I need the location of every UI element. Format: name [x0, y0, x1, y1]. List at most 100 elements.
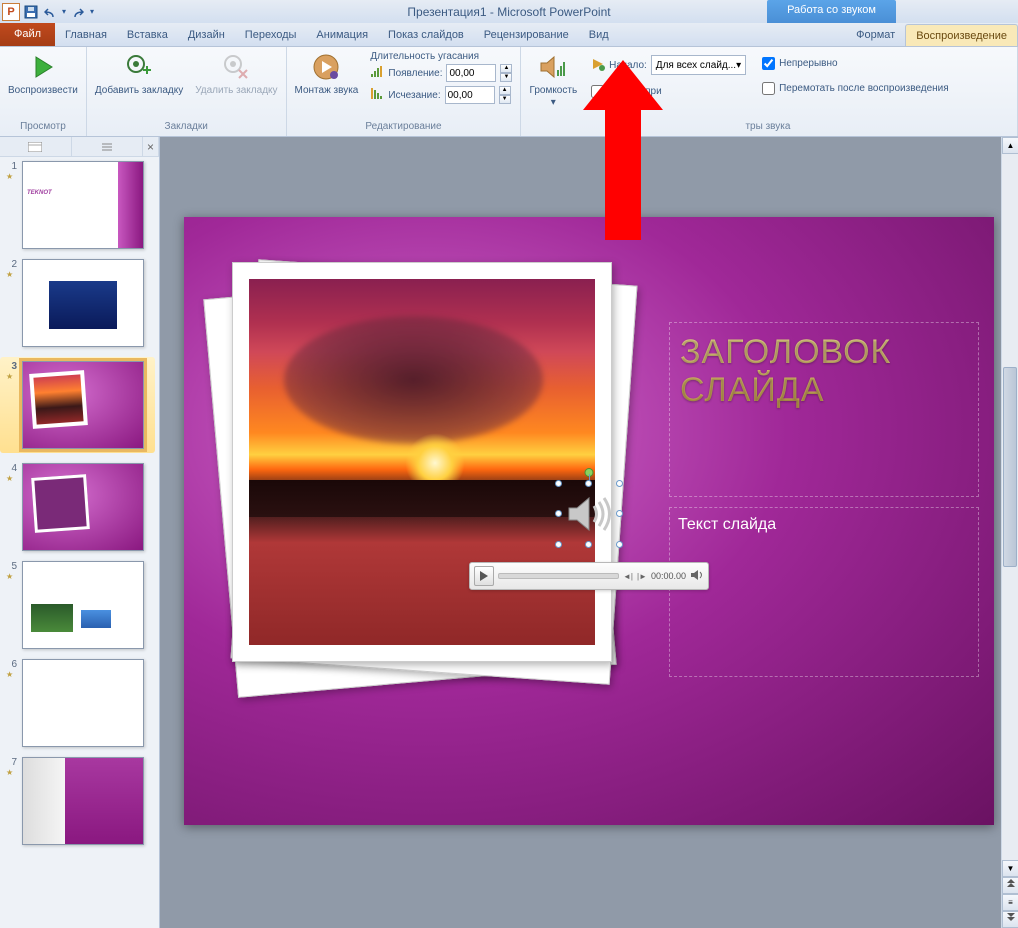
tab-home[interactable]: Главная — [55, 24, 117, 46]
resize-handle[interactable] — [585, 541, 592, 548]
thumbnail-panel: × 1★ TEKNOT 2★ 3★ 4★ — [0, 137, 160, 928]
thumbnail-item[interactable]: 6★ — [4, 659, 155, 747]
slide-canvas[interactable]: ЗАГОЛОВОК СЛАЙДА Текст слайда — [184, 217, 994, 825]
resize-handle[interactable] — [616, 480, 623, 487]
thumb-tab-slides[interactable] — [0, 137, 72, 156]
tab-animations[interactable]: Анимация — [306, 24, 378, 46]
ribbon-tabs: Файл Главная Вставка Дизайн Переходы Ани… — [0, 23, 1018, 47]
loop-checkbox[interactable] — [762, 57, 775, 70]
play-icon — [27, 51, 59, 83]
player-volume-icon[interactable] — [690, 568, 704, 585]
tab-slideshow[interactable]: Показ слайдов — [378, 24, 474, 46]
add-bookmark-icon — [123, 51, 155, 83]
resize-handle[interactable] — [555, 541, 562, 548]
remove-bookmark-button: Удалить закладку — [191, 49, 281, 99]
player-skip-back-icon[interactable]: ◄| — [623, 572, 633, 581]
thumbnail-list[interactable]: 1★ TEKNOT 2★ 3★ 4★ 5★ — [0, 157, 159, 928]
tab-insert[interactable]: Вставка — [117, 24, 178, 46]
player-play-button[interactable] — [474, 566, 494, 586]
scroll-down-button[interactable]: ▼ — [1002, 860, 1018, 877]
fade-in-input[interactable] — [446, 64, 496, 82]
animation-star-icon: ★ — [6, 768, 16, 777]
thumbnail-item[interactable]: 2★ — [4, 259, 155, 347]
play-button[interactable]: Воспроизвести — [4, 49, 82, 99]
tab-view[interactable]: Вид — [579, 24, 619, 46]
volume-dropdown-icon: ▾ — [551, 97, 556, 108]
trim-audio-button[interactable]: Монтаж звука — [291, 49, 363, 99]
photo-frame-stack[interactable] — [214, 252, 624, 682]
fade-duration-label: Длительность угасания — [370, 51, 512, 62]
contextual-tab-label: Работа со звуком — [767, 0, 896, 23]
next-slide-button[interactable] — [1002, 911, 1018, 928]
fade-in-label: Появление: — [388, 68, 442, 79]
start-dropdown[interactable]: Для всех слайд... ▾ — [651, 55, 746, 75]
resize-handle[interactable] — [555, 480, 562, 487]
fade-in-spinner[interactable]: ▲▼ — [500, 64, 512, 82]
player-track[interactable] — [498, 573, 619, 579]
resize-handle[interactable] — [555, 510, 562, 517]
fade-out-spinner[interactable]: ▲▼ — [499, 86, 511, 104]
thumbnail-tabs: × — [0, 137, 159, 157]
speaker-icon — [567, 494, 611, 534]
fade-out-icon — [370, 88, 384, 103]
red-arrow-annotation — [583, 60, 663, 240]
rewind-label: Перемотать после воспроизведения — [779, 83, 949, 94]
title-placeholder[interactable]: ЗАГОЛОВОК СЛАЙДА — [669, 322, 979, 497]
redo-icon[interactable] — [68, 3, 86, 21]
fade-out-input[interactable] — [445, 86, 495, 104]
qat-customize-icon[interactable]: ▾ — [90, 7, 94, 16]
loop-label: Непрерывно — [779, 58, 837, 69]
rewind-checkbox[interactable] — [762, 82, 775, 95]
prev-slide-button[interactable] — [1002, 877, 1018, 894]
ribbon-group-preview: Воспроизвести Просмотр — [0, 47, 87, 136]
slide-menu-button[interactable]: ≡ — [1002, 894, 1018, 911]
tab-file[interactable]: Файл — [0, 22, 55, 46]
loop-checkbox-row[interactable]: Непрерывно — [762, 57, 949, 70]
scrollbar-thumb[interactable] — [1003, 367, 1017, 567]
animation-star-icon: ★ — [6, 572, 16, 581]
audio-object-selected[interactable] — [559, 484, 619, 544]
slide-subtitle-text: Текст слайда — [678, 516, 970, 534]
add-bookmark-button[interactable]: Добавить закладку — [91, 49, 187, 99]
thumb-tab-close[interactable]: × — [143, 137, 159, 156]
animation-star-icon: ★ — [6, 172, 16, 181]
slide-editing-area[interactable]: ЗАГОЛОВОК СЛАЙДА Текст слайда — [160, 137, 1018, 928]
resize-handle[interactable] — [616, 541, 623, 548]
remove-bookmark-icon — [220, 51, 252, 83]
tab-review[interactable]: Рецензирование — [474, 24, 579, 46]
thumbnail-item[interactable]: 4★ — [4, 463, 155, 551]
resize-handle[interactable] — [616, 510, 623, 517]
group-label-preview: Просмотр — [4, 119, 82, 134]
volume-button[interactable]: Громкость▾ — [525, 49, 581, 111]
player-time: 00:00.00 — [651, 571, 686, 581]
save-icon[interactable] — [22, 3, 40, 21]
tab-transitions[interactable]: Переходы — [235, 24, 307, 46]
vertical-scrollbar[interactable]: ▲ ▼ ≡ — [1001, 137, 1018, 928]
title-bar: P ▾ ▾ Презентация1 - Microsoft PowerPoin… — [0, 0, 1018, 23]
undo-icon[interactable] — [42, 3, 60, 21]
thumbnail-item[interactable]: 5★ — [4, 561, 155, 649]
quick-access-toolbar: P ▾ ▾ — [0, 3, 94, 21]
rewind-checkbox-row[interactable]: Перемотать после воспроизведения — [762, 82, 949, 95]
app-icon[interactable]: P — [2, 3, 20, 21]
animation-star-icon: ★ — [6, 474, 16, 483]
undo-dropdown-icon[interactable]: ▾ — [62, 7, 66, 16]
sunset-photo — [249, 279, 595, 645]
tab-format[interactable]: Формат — [846, 24, 905, 46]
tab-design[interactable]: Дизайн — [178, 24, 235, 46]
window-title: Презентация1 - Microsoft PowerPoint — [407, 5, 610, 19]
resize-handle[interactable] — [585, 480, 592, 487]
trim-audio-icon — [310, 51, 342, 83]
thumbnail-item[interactable]: 1★ TEKNOT — [4, 161, 155, 249]
audio-player-bar[interactable]: ◄| |► 00:00.00 — [469, 562, 709, 590]
subtitle-placeholder[interactable]: Текст слайда — [669, 507, 979, 677]
thumbnail-item-selected[interactable]: 3★ — [0, 357, 155, 453]
scroll-up-button[interactable]: ▲ — [1002, 137, 1018, 154]
tab-playback[interactable]: Воспроизведение — [905, 24, 1018, 46]
thumbnail-item[interactable]: 7★ — [4, 757, 155, 845]
player-skip-fwd-icon[interactable]: |► — [637, 572, 647, 581]
thumb-tab-outline[interactable] — [72, 137, 144, 156]
ribbon-group-editing: Монтаж звука Длительность угасания Появл… — [287, 47, 522, 136]
fade-out-label: Исчезание: — [388, 90, 440, 101]
workspace: × 1★ TEKNOT 2★ 3★ 4★ — [0, 137, 1018, 928]
